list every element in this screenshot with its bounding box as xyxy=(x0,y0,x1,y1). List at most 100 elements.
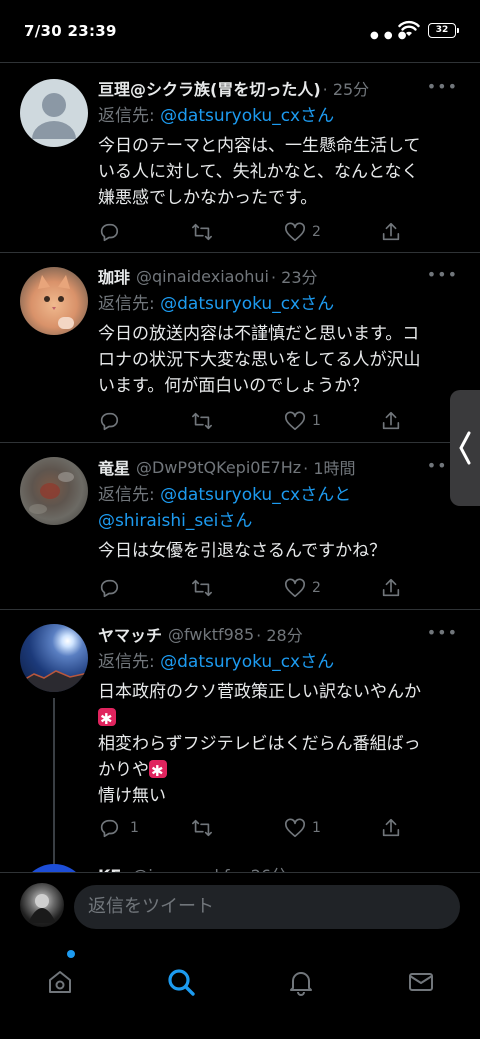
like-button[interactable]: 1 xyxy=(284,408,321,434)
tweet-actions: 1 xyxy=(98,408,408,434)
tweet-text: 日本政府のクソ菅政策正しい訳ないやんか 相変わらずフジテレビはくだらん番組ばっ … xyxy=(98,679,462,809)
reply-icon xyxy=(100,412,119,431)
reply-input[interactable]: 返信をツイート xyxy=(74,885,460,929)
reply-context: 返信先: @datsuryoku_cxさん xyxy=(98,103,462,129)
reply-icon xyxy=(100,579,119,598)
share-icon xyxy=(382,818,400,837)
retweet-button[interactable] xyxy=(190,815,214,841)
tweet-item[interactable]: 珈琲 @qinaidexiaohui · 23分 返信先: @datsuryok… xyxy=(0,253,480,443)
author-name[interactable]: 亘理@シクラ族(胃を切った人) xyxy=(98,76,321,100)
edge-panel-handle[interactable] xyxy=(450,390,480,506)
reply-button[interactable] xyxy=(98,219,120,245)
reply-context: 返信先: @datsuryoku_cxさんと @shiraishi_seiさん xyxy=(98,482,462,534)
more-options-button[interactable]: ••• xyxy=(427,265,458,284)
reply-to-link[interactable]: @datsuryoku_cxさんと xyxy=(160,485,351,505)
heart-icon xyxy=(285,411,305,431)
author-handle: @qinaidexiaohui xyxy=(136,266,269,286)
photo-avatar[interactable] xyxy=(20,457,88,525)
reply-prefix: 返信先: xyxy=(98,106,161,126)
retweet-button[interactable] xyxy=(190,575,214,601)
like-button[interactable]: 2 xyxy=(284,575,321,601)
reply-button[interactable] xyxy=(98,575,120,601)
tweet-text-line xyxy=(98,705,462,732)
tweet-text-line: 今日の放送内容は不謹慎だと思います。コ xyxy=(98,324,420,344)
reply-context: 返信先: @datsuryoku_cxさん xyxy=(98,649,462,675)
tweet-text-line: 今日のテーマと内容は、一生懸命生活して xyxy=(98,136,421,156)
retweet-icon xyxy=(192,819,212,837)
author-handle: @fwktf985 xyxy=(168,624,255,644)
retweet-button[interactable] xyxy=(190,219,214,245)
tweet-item[interactable]: 亘理@シクラ族(胃を切った人) · 25分 返信先: @datsuryoku_c… xyxy=(0,63,480,253)
reply-button[interactable]: 1 xyxy=(98,815,139,841)
like-count: 1 xyxy=(312,820,321,836)
bottom-tab-bar xyxy=(0,938,480,1039)
reply-prefix: 返信先: xyxy=(98,294,161,314)
tweet-item[interactable]: 竜星 @DwP9tQKepi0E7Hz · 1時間 返信先: @datsuryo… xyxy=(0,443,480,610)
author-name[interactable]: 珈琲 xyxy=(98,264,130,288)
bell-icon xyxy=(290,972,312,996)
share-icon xyxy=(382,578,400,597)
reply-prefix: 返信先: xyxy=(98,485,161,505)
tweet-text: 今日は女優を引退なさるんですかね？ xyxy=(98,538,462,564)
reply-to-link[interactable]: @datsuryoku_cxさん xyxy=(160,652,334,672)
sky-avatar[interactable] xyxy=(20,624,88,692)
kitten-avatar[interactable] xyxy=(20,267,88,335)
reply-context: 返信先: @datsuryoku_cxさん xyxy=(98,291,462,317)
share-icon xyxy=(382,222,400,241)
tab-messages[interactable] xyxy=(391,952,451,1012)
mail-icon xyxy=(409,973,433,991)
like-button[interactable]: 2 xyxy=(284,219,321,245)
tab-home[interactable] xyxy=(30,952,90,1012)
tweet-text-line: かりや xyxy=(98,757,462,784)
heart-icon xyxy=(285,222,305,242)
thread-line xyxy=(53,698,55,872)
tweet-header: 珈琲 @qinaidexiaohui · 23分 xyxy=(98,263,462,289)
share-button[interactable] xyxy=(380,575,402,601)
like-count: 1 xyxy=(312,413,321,429)
share-button[interactable] xyxy=(380,219,402,245)
share-button[interactable] xyxy=(380,408,402,434)
tweet-time: · 23分 xyxy=(270,268,318,287)
anger-emoji-icon xyxy=(149,758,167,784)
my-avatar[interactable] xyxy=(20,883,64,927)
tab-search[interactable] xyxy=(151,952,211,1012)
reply-icon xyxy=(100,819,119,838)
tweet-text-line: 日本政府のクソ菅政策正しい訳ないやんか xyxy=(98,682,421,702)
author-name[interactable]: ヤマッチ xyxy=(98,622,162,646)
reply-icon xyxy=(100,223,119,242)
tweet-actions: 1 1 xyxy=(98,815,408,841)
tweet-text-line: 相変わらずフジテレビはくだらん番組ばっ xyxy=(98,734,421,754)
more-options-button[interactable]: ••• xyxy=(427,623,458,642)
author-handle: @DwP9tQKepi0E7Hz xyxy=(136,457,302,477)
tweet-header: 竜星 @DwP9tQKepi0E7Hz · 1時間 xyxy=(98,454,462,480)
retweet-button[interactable] xyxy=(190,408,214,434)
tweet-text: 今日の放送内容は不謹慎だと思います。コ ロナの状況下大変な思いをしてる人が沢山 … xyxy=(98,321,462,399)
tweet-text-line: います。何が面白いのでしょうか？ xyxy=(98,376,369,396)
reply-to-link[interactable]: @datsuryoku_cxさん xyxy=(160,106,334,126)
share-icon xyxy=(382,411,400,430)
anger-emoji-icon xyxy=(98,706,116,732)
reply-button[interactable] xyxy=(98,408,120,434)
tweet-text-line: ロナの状況下大変な思いをしてる人が沢山 xyxy=(98,350,421,370)
search-icon xyxy=(168,969,195,996)
reply-to-link[interactable]: @datsuryoku_cxさん xyxy=(160,294,334,314)
tweet-actions: 2 xyxy=(98,575,408,601)
retweet-icon xyxy=(192,412,212,430)
tab-notifications[interactable] xyxy=(271,952,331,1012)
reply-prefix: 返信先: xyxy=(98,652,161,672)
author-name[interactable]: 竜星 xyxy=(98,455,130,479)
home-icon xyxy=(49,971,71,993)
tweet-text-line: 情け無い xyxy=(98,786,166,806)
like-count: 2 xyxy=(312,580,321,596)
default-avatar[interactable] xyxy=(20,79,88,147)
like-button[interactable]: 1 xyxy=(284,815,321,841)
more-options-button[interactable]: ••• xyxy=(427,77,458,96)
reply-to-link-2[interactable]: @shiraishi_seiさん xyxy=(98,511,252,531)
heart-icon xyxy=(285,578,305,598)
tweet-text: 今日のテーマと内容は、一生懸命生活して いる人に対して、失礼かなと、なんとなく … xyxy=(98,133,462,211)
battery-icon: 32 xyxy=(428,23,459,38)
tweet-item[interactable]: ヤマッチ @fwktf985 · 28分 返信先: @datsuryoku_cx… xyxy=(0,610,480,874)
status-time: 7/30 23:39 xyxy=(24,22,117,40)
reply-compose-bar: 返信をツイート xyxy=(0,872,480,938)
share-button[interactable] xyxy=(380,815,402,841)
